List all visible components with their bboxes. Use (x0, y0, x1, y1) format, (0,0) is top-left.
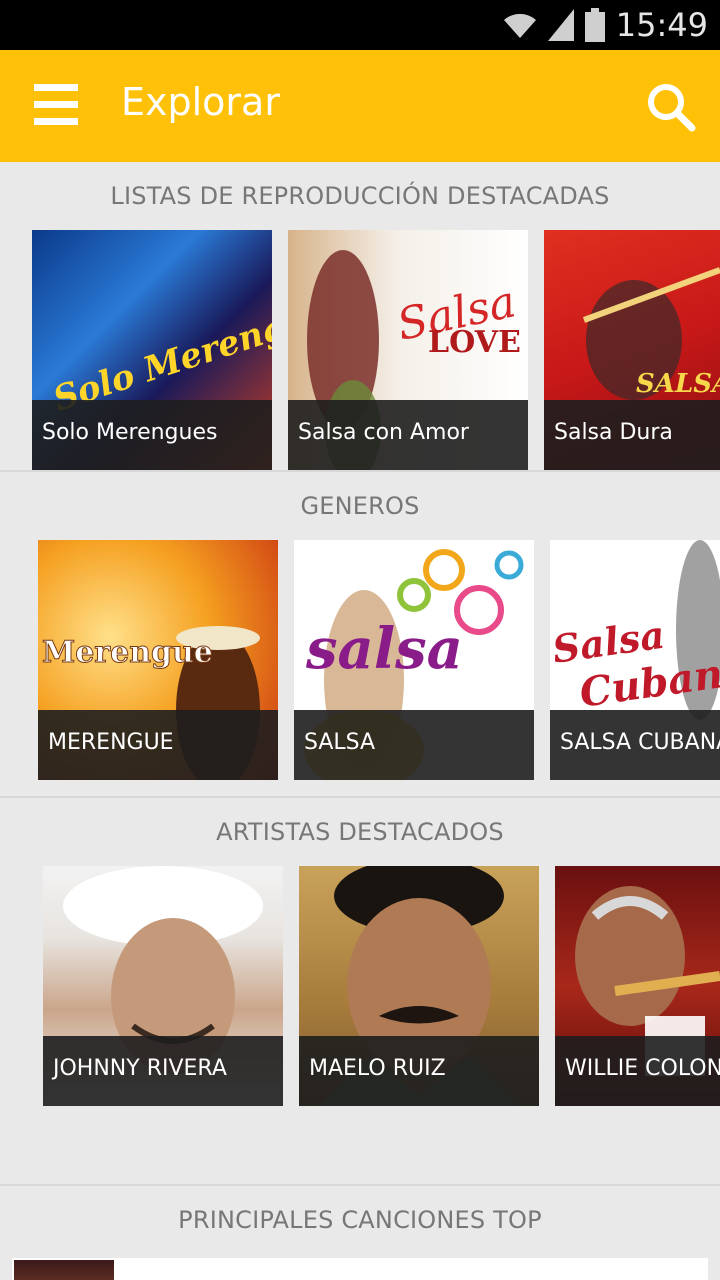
svg-text:LOVE: LOVE (428, 325, 521, 360)
genre-label: MERENGUE (48, 730, 174, 755)
section-title-genres: GENEROS (300, 492, 420, 520)
svg-text:salsa: salsa (305, 616, 463, 682)
playlist-label: Salsa Dura (554, 420, 673, 445)
status-time: 15:49 (615, 6, 708, 44)
signal-icon (547, 9, 574, 41)
hamburger-menu-icon[interactable] (34, 84, 78, 126)
song-list-item[interactable] (12, 1258, 708, 1280)
genre-label: SALSA (304, 730, 376, 755)
playlist-card-solo-merengues[interactable]: Solo Merengue Solo Merengues (32, 230, 272, 470)
genre-caption: SALSA (294, 710, 534, 780)
artist-label: WILLIE COLON (565, 1056, 720, 1081)
genre-caption: SALSA CUBANA (550, 710, 720, 780)
artist-caption: WILLIE COLON (555, 1036, 720, 1106)
search-icon[interactable] (646, 82, 696, 132)
page-title: Explorar (121, 80, 280, 124)
artist-label: JOHNNY RIVERA (53, 1056, 227, 1081)
featured-playlists-section: LISTAS DE REPRODUCCIÓN DESTACADAS Solo M… (0, 162, 720, 472)
song-thumbnail (14, 1260, 114, 1280)
playlist-caption: Solo Merengues (32, 400, 272, 470)
playlist-label: Solo Merengues (42, 420, 218, 445)
genre-card-merengue[interactable]: Merengue MERENGUE (38, 540, 278, 780)
playlist-caption: Salsa Dura (544, 400, 720, 470)
section-title-top-songs: PRINCIPALES CANCIONES TOP (178, 1206, 542, 1234)
featured-artists-section: ARTISTAS DESTACADOS JOHNNY RIVERA MAELO … (0, 798, 720, 1186)
artist-label: MAELO RUIZ (309, 1056, 446, 1081)
section-title-artists: ARTISTAS DESTACADOS (216, 818, 504, 846)
genre-label: SALSA CUBANA (560, 730, 720, 755)
playlist-caption: Salsa con Amor (288, 400, 528, 470)
playlist-card-salsa-con-amor[interactable]: Salsa LOVE Salsa con Amor (288, 230, 528, 470)
playlist-card-salsa-dura[interactable]: SALSA Salsa Dura (544, 230, 720, 470)
artist-caption: JOHNNY RIVERA (43, 1036, 283, 1106)
section-title-playlists: LISTAS DE REPRODUCCIÓN DESTACADAS (110, 182, 610, 210)
genre-card-salsa[interactable]: salsa SALSA (294, 540, 534, 780)
genre-card-salsa-cubana[interactable]: Salsa Cuban SALSA CUBANA (550, 540, 720, 780)
wifi-icon (503, 13, 536, 38)
genres-section: GENEROS Merengue MERENGUE salsa SALSA Sa… (0, 472, 720, 798)
playlist-label: Salsa con Amor (298, 420, 469, 445)
svg-text:SALSA: SALSA (636, 369, 720, 399)
app-bar: Explorar (0, 50, 720, 162)
battery-icon (584, 8, 605, 42)
explore-content[interactable]: LISTAS DE REPRODUCCIÓN DESTACADAS Solo M… (0, 162, 720, 1280)
artist-card-johnny-rivera[interactable]: JOHNNY RIVERA (43, 866, 283, 1106)
artist-caption: MAELO RUIZ (299, 1036, 539, 1106)
genre-caption: MERENGUE (38, 710, 278, 780)
svg-text:Merengue: Merengue (42, 635, 213, 670)
artist-card-maelo-ruiz[interactable]: MAELO RUIZ (299, 866, 539, 1106)
status-bar: 15:49 (0, 0, 720, 50)
artist-card-willie-colon[interactable]: WILLIE COLON (555, 866, 720, 1106)
